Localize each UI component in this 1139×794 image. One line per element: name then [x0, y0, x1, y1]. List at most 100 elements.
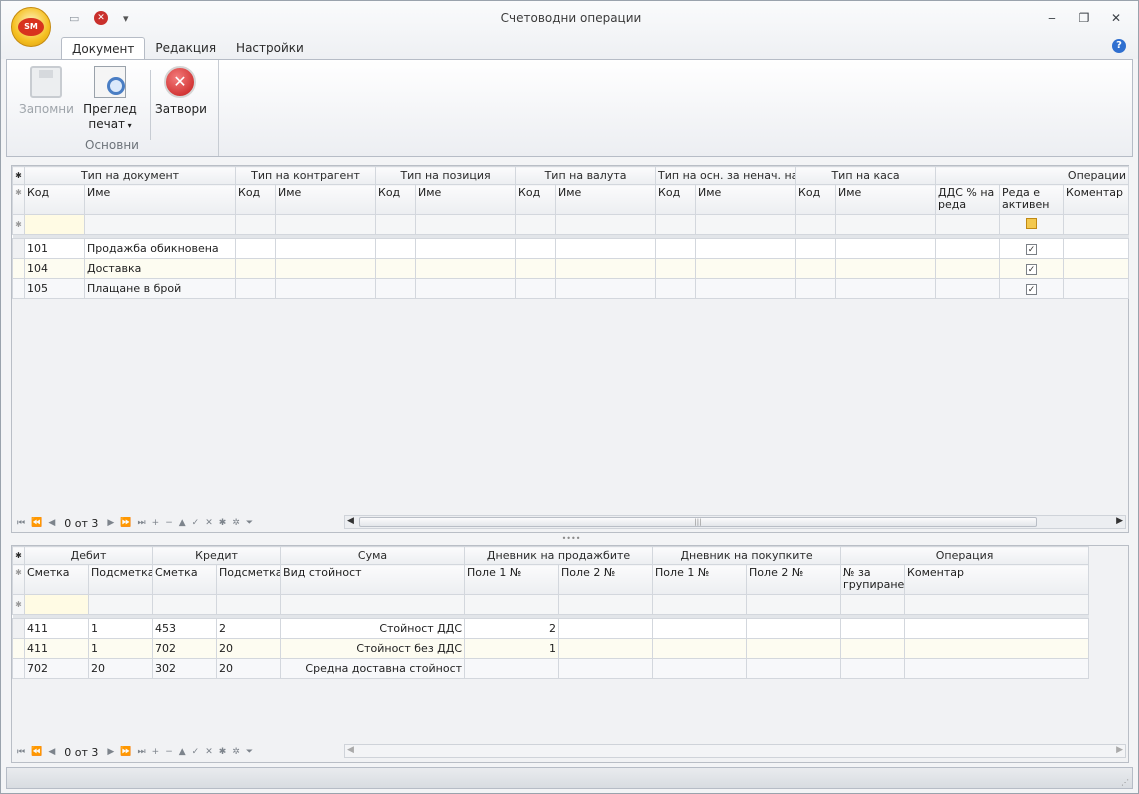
table-row[interactable]: 105 Плащане в брой ✓: [12, 278, 1130, 299]
save-button[interactable]: Запомни: [19, 66, 74, 116]
next-record-icon[interactable]: ▶: [107, 518, 114, 528]
filter-icon[interactable]: ⏷: [246, 518, 253, 528]
column-header-name[interactable]: Име: [275, 184, 377, 215]
add-record-icon[interactable]: +: [152, 747, 160, 757]
column-header-comment[interactable]: Коментар: [904, 564, 1090, 595]
band-debit: Дебит: [23, 546, 154, 565]
column-header-vat[interactable]: ДДС % на реда: [935, 184, 1001, 215]
scroll-right-icon[interactable]: ▶: [1116, 745, 1123, 755]
column-header-name[interactable]: Име: [83, 184, 237, 215]
column-header-code[interactable]: Код: [24, 184, 85, 215]
column-header-subaccount[interactable]: Подсметка: [87, 564, 154, 595]
add-record-icon[interactable]: +: [152, 518, 160, 528]
column-header-field1[interactable]: Поле 1 №: [464, 564, 560, 595]
first-record-icon[interactable]: ⏮: [17, 747, 25, 757]
delete-record-icon[interactable]: −: [165, 518, 173, 528]
column-header-name[interactable]: Име: [695, 184, 797, 215]
column-header-code[interactable]: Код: [375, 184, 417, 215]
last-record-icon[interactable]: ⏭: [138, 747, 146, 757]
table-row[interactable]: 702 20 302 20 Средна доставна стойност: [12, 658, 1090, 679]
column-header-field1[interactable]: Поле 1 №: [652, 564, 748, 595]
post-edit-icon[interactable]: ✓: [192, 747, 200, 757]
qat-customize-icon[interactable]: ▾: [123, 9, 129, 27]
prev-page-icon[interactable]: ⏪: [31, 747, 42, 757]
document-types-panel: ✱ Тип на документ Тип на контрагент Тип …: [11, 165, 1130, 533]
print-preview-icon: [94, 66, 126, 98]
tab-settings[interactable]: Настройки: [226, 37, 314, 59]
panel-splitter[interactable]: ••••: [561, 535, 581, 543]
cancel-edit-icon[interactable]: ✕: [205, 518, 213, 528]
top-horizontal-scrollbar[interactable]: ◀ ||| ▶: [344, 515, 1126, 529]
minimize-button[interactable]: ‒: [1041, 9, 1063, 27]
tab-edit[interactable]: Редакция: [145, 37, 226, 59]
refresh-icon[interactable]: ✱: [219, 747, 227, 757]
restore-button[interactable]: ❐: [1073, 9, 1095, 27]
column-header-field2[interactable]: Поле 2 №: [558, 564, 654, 595]
column-header-code[interactable]: Код: [515, 184, 557, 215]
new-item-row[interactable]: ✱: [12, 214, 1130, 235]
active-checkbox[interactable]: ✓: [1026, 284, 1038, 295]
prev-page-icon[interactable]: ⏪: [31, 518, 42, 528]
header-indicator: ✱: [12, 184, 25, 215]
print-preview-button[interactable]: Преглед печат ▾: [83, 66, 137, 131]
resize-grip-icon[interactable]: ⋰: [1121, 778, 1129, 787]
table-row[interactable]: 104 Доставка ✓: [12, 258, 1130, 279]
tab-document[interactable]: Документ: [61, 37, 146, 59]
prev-record-icon[interactable]: ◀: [48, 518, 55, 528]
delete-record-icon[interactable]: −: [165, 747, 173, 757]
scroll-left-icon[interactable]: ◀: [347, 516, 354, 526]
new-item-row[interactable]: ✱: [12, 594, 1090, 615]
scroll-right-icon[interactable]: ▶: [1116, 516, 1123, 526]
column-header-grouping[interactable]: № за групиране: [840, 564, 906, 595]
column-header-subaccount[interactable]: Подсметка: [216, 564, 282, 595]
app-menu-button[interactable]: SM: [11, 7, 51, 47]
table-row[interactable]: 411 1 702 20 Стойност без ДДС 1: [12, 638, 1090, 659]
column-header-name[interactable]: Име: [415, 184, 517, 215]
top-scroll-thumb[interactable]: |||: [359, 517, 1037, 527]
quick-close-icon[interactable]: ✕: [94, 11, 108, 25]
quick-save-icon[interactable]: ▭: [69, 9, 79, 27]
column-header-name[interactable]: Име: [555, 184, 657, 215]
band-sales-journal: Дневник на продажбите: [464, 546, 654, 565]
band-document-type: Тип на документ: [23, 166, 237, 185]
active-checkbox[interactable]: ✓: [1026, 264, 1038, 275]
table-row[interactable]: 411 1 453 2 Стойност ДДС 2: [12, 618, 1090, 639]
title-bar: SM ▭ ✕ ▾ Счетоводни операции ‒ ❐ ✕ Докум…: [1, 1, 1138, 59]
column-header-name[interactable]: Име: [835, 184, 937, 215]
next-page-icon[interactable]: ⏩: [120, 518, 131, 528]
active-checkbox[interactable]: [1026, 217, 1038, 229]
bottom-navigator: ⏮ ⏪ ◀ 0 от 3 ▶ ⏩ ⏭ + − ▲ ✓ ✕ ✱ ✲ ⏷: [14, 744, 256, 760]
bookmark-icon[interactable]: ✲: [232, 747, 240, 757]
column-header-code[interactable]: Код: [795, 184, 837, 215]
bookmark-icon[interactable]: ✲: [232, 518, 240, 528]
last-record-icon[interactable]: ⏭: [138, 518, 146, 528]
column-header-account[interactable]: Сметка: [24, 564, 89, 595]
column-header-code[interactable]: Код: [235, 184, 277, 215]
edit-record-icon[interactable]: ▲: [179, 518, 186, 528]
column-header-field2[interactable]: Поле 2 №: [746, 564, 842, 595]
column-header-code[interactable]: Код: [655, 184, 697, 215]
post-edit-icon[interactable]: ✓: [192, 518, 200, 528]
next-record-icon[interactable]: ▶: [107, 747, 114, 757]
column-header-comment[interactable]: Коментар: [1063, 184, 1130, 215]
next-page-icon[interactable]: ⏩: [120, 747, 131, 757]
operations-panel: ✱ Дебит Кредит Сума Дневник на продажбит…: [11, 545, 1129, 763]
prev-record-icon[interactable]: ◀: [48, 747, 55, 757]
refresh-icon[interactable]: ✱: [219, 518, 227, 528]
operations-grid: ✱ Дебит Кредит Сума Дневник на продажбит…: [12, 546, 1090, 679]
column-header-active[interactable]: Реда е активен: [999, 184, 1065, 215]
edit-record-icon[interactable]: ▲: [179, 747, 186, 757]
column-header-value-type[interactable]: Вид стойност: [280, 564, 466, 595]
close-button[interactable]: ✕ Затвори: [155, 66, 207, 116]
column-header-account[interactable]: Сметка: [152, 564, 218, 595]
active-checkbox[interactable]: ✓: [1026, 244, 1038, 255]
close-window-button[interactable]: ✕: [1105, 9, 1127, 27]
first-record-icon[interactable]: ⏮: [17, 518, 25, 528]
scroll-left-icon[interactable]: ◀: [347, 745, 354, 755]
filter-icon[interactable]: ⏷: [246, 747, 253, 757]
cancel-edit-icon[interactable]: ✕: [205, 747, 213, 757]
bottom-horizontal-scrollbar[interactable]: ◀ ▶: [344, 744, 1126, 758]
help-icon[interactable]: ?: [1112, 39, 1126, 53]
table-row[interactable]: 101 Продажба обикновена ✓: [12, 238, 1130, 259]
band-cashbox-type: Тип на каса: [795, 166, 937, 185]
